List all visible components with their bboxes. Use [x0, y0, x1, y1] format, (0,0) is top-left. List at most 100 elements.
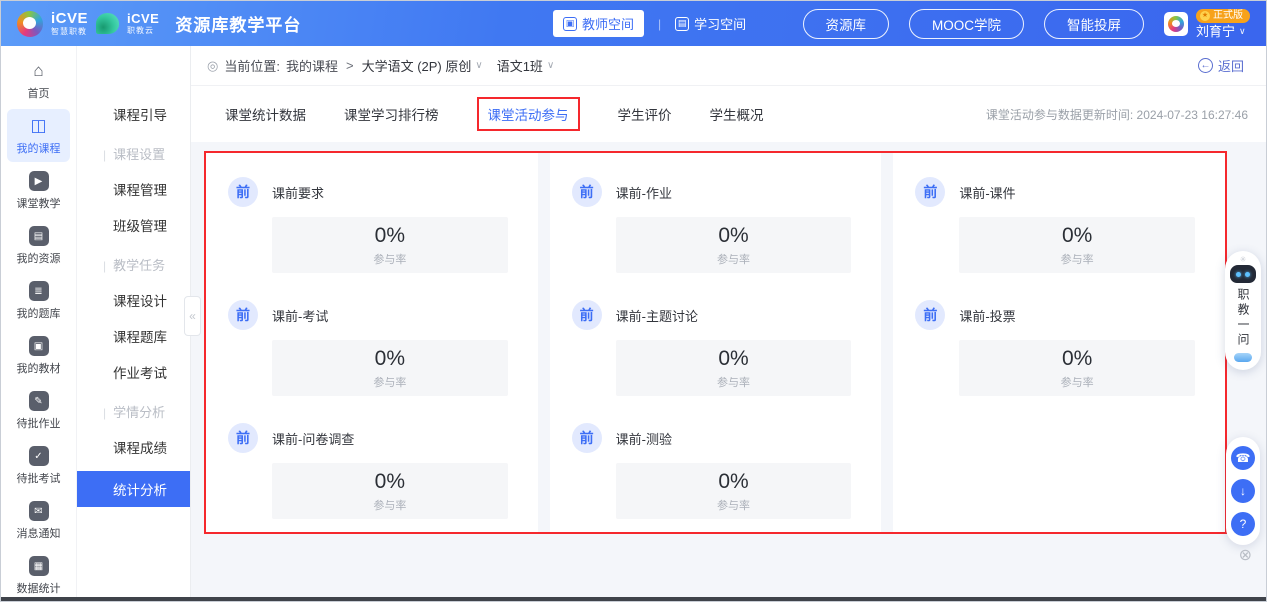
class-dropdown[interactable]: 语文1班 ∨	[497, 56, 555, 75]
submenu-item-course-guide[interactable]: 课程引导	[77, 96, 190, 132]
sidebar-item-my-resources[interactable]: ▤ 我的资源	[7, 219, 70, 272]
sidebar-item-question-bank[interactable]: ≣ 我的题库	[7, 274, 70, 327]
stat-value: 0%	[718, 224, 748, 248]
breadcrumb-root[interactable]: 我的课程	[286, 56, 338, 75]
card-title: 课前-主题讨论	[616, 306, 698, 325]
pre-class-badge-icon: 前	[915, 300, 945, 330]
class-dropdown-label: 语文1班	[497, 56, 543, 75]
version-badge-label: 正式版	[1213, 11, 1243, 21]
submenu-item-course-design[interactable]: 课程设计	[77, 282, 190, 318]
classroom-teaching-icon: ▶	[29, 171, 49, 191]
submenu-item-course-grades[interactable]: 课程成绩	[77, 429, 190, 465]
course-submenu: 课程引导 课程设置 课程管理 班级管理 教学任务 课程设计 课程题库 作业考试 …	[76, 46, 191, 599]
brand-logos: iCVE 智慧职教 iCVE 职教云 资源库教学平台	[17, 11, 301, 37]
submenu-item-statistical-analysis[interactable]: 统计分析	[77, 471, 190, 507]
stat-caption: 参与率	[373, 497, 406, 513]
tab-activity-participation[interactable]: 课堂活动参与	[477, 97, 580, 131]
stat-caption: 参与率	[373, 251, 406, 267]
space-divider: |	[658, 17, 661, 31]
learning-space-button[interactable]: ▤ 学习空间	[675, 14, 746, 33]
pre-class-badge-icon: 前	[915, 177, 945, 207]
user-menu[interactable]: ★ 正式版 刘育宁 ∨	[1164, 9, 1250, 38]
sidebar-item-messages[interactable]: ✉ 消息通知	[7, 494, 70, 547]
help-icon: ?	[1240, 517, 1247, 531]
submenu-item-course-question-bank[interactable]: 课程题库	[77, 318, 190, 354]
learning-space-label: 学习空间	[694, 14, 746, 33]
sidebar-item-label: 我的题库	[17, 305, 61, 321]
icve-zhihui-logo-text: iCVE 智慧职教	[51, 11, 88, 36]
sidebar-item-label: 我的课程	[17, 140, 61, 156]
pre-class-badge-icon: 前	[228, 423, 258, 453]
course-dropdown[interactable]: 大学语文 (2P) 原创 ∨	[362, 56, 483, 75]
sidebar-item-label: 待批考试	[17, 470, 61, 486]
submenu-item-course-management[interactable]: 课程管理	[77, 171, 190, 207]
close-toolbar-button[interactable]: ⊗	[1239, 545, 1252, 565]
tab-classroom-statistics[interactable]: 课堂统计数据	[225, 104, 306, 124]
assistant-label: 职教一问	[1237, 288, 1249, 348]
card-title: 课前-问卷调查	[272, 429, 354, 448]
textbook-icon: ▣	[29, 336, 49, 356]
submenu-item-class-management[interactable]: 班级管理	[77, 207, 190, 243]
sidebar-item-label: 首页	[28, 85, 50, 101]
participation-stat: 0% 参与率	[959, 340, 1195, 396]
teacher-space-button[interactable]: ▣ 教师空间	[553, 10, 644, 37]
sidebar-item-label: 我的教材	[17, 360, 61, 376]
location-icon: ◎	[207, 58, 218, 74]
participation-stat: 0% 参与率	[616, 340, 852, 396]
top-header: iCVE 智慧职教 iCVE 职教云 资源库教学平台 ▣ 教师空间 | ▤ 学习…	[1, 1, 1266, 46]
floating-toolbar: ☎ ↓ ?	[1226, 437, 1260, 545]
logo1-subtitle: 智慧职教	[51, 28, 88, 36]
card-head: 前 课前-作业	[572, 177, 852, 207]
avatar-logo-icon	[1168, 16, 1184, 32]
sidebar-item-pending-exam[interactable]: ✓ 待批考试	[7, 439, 70, 492]
sidebar-item-home[interactable]: ⌂ 首页	[7, 54, 70, 107]
help-button[interactable]: ?	[1231, 512, 1255, 536]
chevron-down-icon: ∨	[1239, 27, 1246, 36]
card-column: 前 课前-课件 0% 参与率 前 课前-投票	[893, 153, 1225, 532]
sidebar-item-my-courses[interactable]: ◫ 我的课程	[7, 109, 70, 162]
pre-class-badge-icon: 前	[572, 300, 602, 330]
participation-stat: 0% 参与率	[616, 217, 852, 273]
vocational-qa-assistant-button[interactable]: ✳ 职教一问	[1225, 251, 1261, 370]
sidebar-item-pending-homework[interactable]: ✎ 待批作业	[7, 384, 70, 437]
sidebar-item-statistics[interactable]: ▦ 数据统计	[7, 549, 70, 602]
resource-library-button[interactable]: 资源库	[803, 9, 890, 39]
participation-stat: 0% 参与率	[272, 217, 508, 273]
user-meta: ★ 正式版 刘育宁 ∨	[1196, 9, 1250, 38]
card-pre-class-homework: 前 课前-作业 0% 参与率	[550, 165, 882, 288]
tab-learning-ranking[interactable]: 课堂学习排行榜	[344, 104, 439, 124]
tab-student-overview[interactable]: 学生概况	[710, 104, 764, 124]
download-button[interactable]: ↓	[1231, 479, 1255, 503]
card-title: 课前-测验	[616, 429, 672, 448]
customer-support-button[interactable]: ☎	[1231, 446, 1255, 470]
space-switcher: ▣ 教师空间 | ▤ 学习空间	[553, 1, 746, 46]
icve-zhijiaoyun-logo-text: iCVE 职教云	[127, 12, 159, 35]
close-icon: ⊗	[1239, 547, 1252, 564]
pre-class-badge-icon: 前	[572, 177, 602, 207]
mooc-academy-button[interactable]: MOOC学院	[909, 9, 1024, 39]
my-courses-icon: ◫	[29, 116, 49, 136]
tab-student-evaluation[interactable]: 学生评价	[618, 104, 672, 124]
sidebar-item-textbook[interactable]: ▣ 我的教材	[7, 329, 70, 382]
participation-stat: 0% 参与率	[272, 463, 508, 519]
card-head: 前 课前-问卷调查	[228, 423, 508, 453]
smart-screencast-button[interactable]: 智能投屏	[1044, 9, 1144, 39]
sidebar-collapse-button[interactable]: «	[184, 296, 201, 336]
icve-zhihui-logo-icon	[17, 11, 43, 37]
participation-stat: 0% 参与率	[616, 463, 852, 519]
back-arrow-icon: ←	[1198, 58, 1213, 73]
avatar	[1164, 12, 1188, 36]
stat-caption: 参与率	[717, 497, 750, 513]
sidebar-item-classroom-teaching[interactable]: ▶ 课堂教学	[7, 164, 70, 217]
submenu-item-homework-exam[interactable]: 作业考试	[77, 354, 190, 390]
my-resources-icon: ▤	[29, 226, 49, 246]
card-title: 课前-考试	[272, 306, 328, 325]
primary-sidebar: ⌂ 首页 ◫ 我的课程 ▶ 课堂教学 ▤ 我的资源 ≣ 我的题库 ▣ 我的教材	[1, 46, 76, 599]
logo2-title: iCVE	[127, 12, 159, 25]
data-update-time: 课堂活动参与数据更新时间: 2024-07-23 16:27:46	[986, 106, 1248, 123]
stat-caption: 参与率	[1061, 251, 1094, 267]
back-button[interactable]: ← 返回	[1198, 56, 1244, 75]
card-head: 前 课前-主题讨论	[572, 300, 852, 330]
teacher-space-label: 教师空间	[582, 14, 634, 33]
stat-value: 0%	[1062, 224, 1092, 248]
